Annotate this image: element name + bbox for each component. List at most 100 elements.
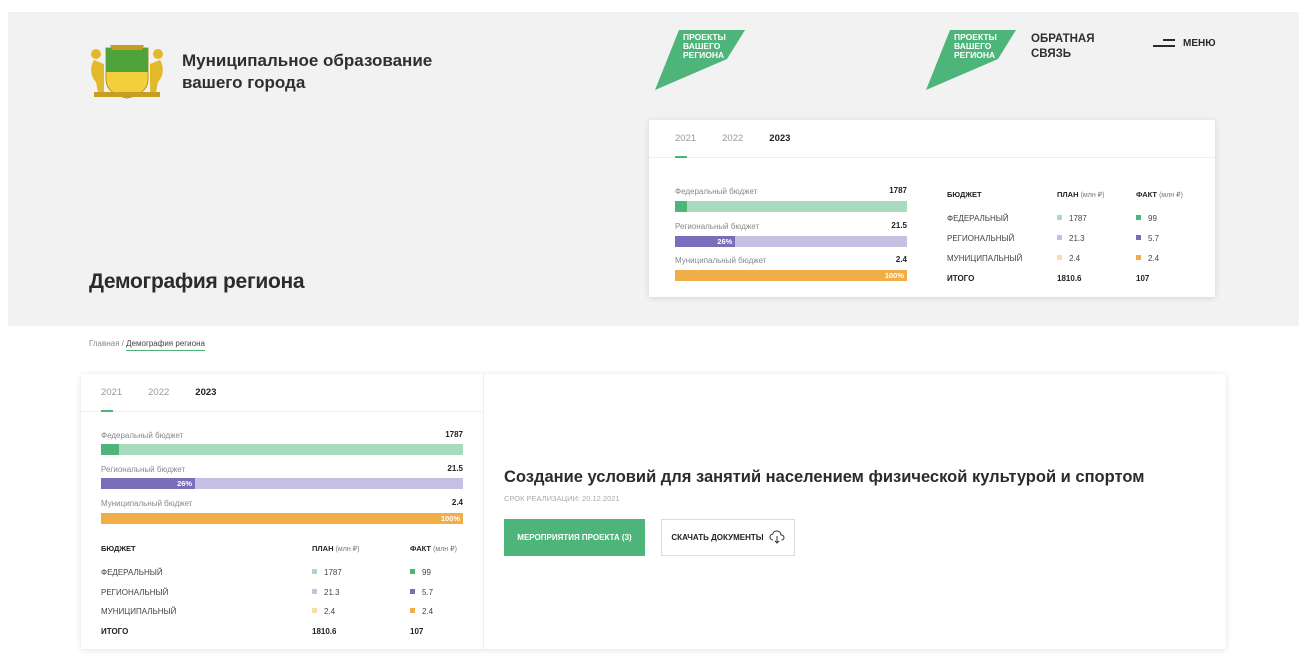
regional-budget-value: 21.5 bbox=[447, 464, 463, 473]
regional-budget-label: Региональный бюджет bbox=[101, 465, 186, 474]
feedback-link[interactable]: ОБРАТНАЯ СВЯЗЬ bbox=[1031, 32, 1095, 62]
page-title: Демография региона bbox=[89, 270, 305, 293]
table-row-regional-name: РЕГИОНАЛЬНЫЙ bbox=[947, 234, 1015, 243]
table-row-regional-name: РЕГИОНАЛЬНЫЙ bbox=[101, 588, 169, 597]
plan-color-dot bbox=[1057, 235, 1062, 241]
fact-color-dot bbox=[1136, 215, 1141, 221]
budget-panel: 2021 2022 2023 Федеральный бюджет 1787 Р… bbox=[81, 374, 483, 649]
promo-badge-text-2: ПРОЕКТЫ ВАШЕГО РЕГИОНА bbox=[954, 32, 997, 60]
fact-color-dot bbox=[1136, 235, 1141, 241]
federal-budget-label: Федеральный бюджет bbox=[675, 187, 758, 196]
fact-color-dot bbox=[1136, 255, 1141, 261]
table-row-municipal-name: МУНИЦИПАЛЬНЫЙ bbox=[947, 254, 1023, 263]
table-header-plan-text: ПЛАН bbox=[1057, 190, 1079, 199]
breadcrumb: Главная / Демография региона bbox=[89, 339, 205, 351]
table-row-regional-fact: 5.7 bbox=[1136, 234, 1159, 243]
plan-color-dot bbox=[1057, 215, 1062, 221]
menu-button[interactable]: МЕНЮ bbox=[1153, 37, 1216, 49]
municipality-line-1: Муниципальное образование bbox=[182, 51, 433, 70]
municipal-budget-percent: 100% bbox=[440, 514, 460, 523]
project-deadline: СРОК РЕАЛИЗАЦИИ: 20.12.2021 bbox=[504, 494, 620, 503]
regional-projects-badge-2[interactable]: ПРОЕКТЫ ВАШЕГО РЕГИОНА bbox=[926, 30, 1018, 92]
table-header-budget: БЮДЖЕТ bbox=[101, 544, 136, 553]
table-row-federal-fact-value: 99 bbox=[422, 568, 431, 577]
table-row-regional-plan: 21.3 bbox=[312, 588, 340, 597]
project-events-button[interactable]: МЕРОПРИЯТИЯ ПРОЕКТА (3) bbox=[504, 519, 645, 556]
breadcrumb-home-link[interactable]: Главная bbox=[89, 339, 119, 348]
table-row-municipal-fact: 2.4 bbox=[1136, 254, 1159, 263]
tab-year-2021[interactable]: 2021 bbox=[675, 133, 696, 144]
table-row-municipal-plan-value: 2.4 bbox=[324, 607, 336, 616]
active-tab-indicator bbox=[675, 156, 687, 158]
breadcrumb-current: Демография региона bbox=[126, 339, 205, 351]
table-row-federal-fact-value: 99 bbox=[1148, 214, 1157, 223]
tab-year-2021[interactable]: 2021 bbox=[101, 387, 122, 398]
plan-color-dot bbox=[1057, 255, 1062, 261]
municipal-budget-bar: 100% bbox=[101, 513, 463, 524]
table-row-municipal-plan: 2.4 bbox=[1057, 254, 1080, 263]
table-header-fact-text: ФАКТ bbox=[410, 544, 431, 553]
table-header-fact-text: ФАКТ bbox=[1136, 190, 1157, 199]
plan-color-dot bbox=[312, 589, 317, 595]
table-row-federal-plan: 1787 bbox=[1057, 214, 1087, 223]
project-title: Создание условий для занятий населением … bbox=[504, 468, 1145, 486]
regional-budget-percent: 26% bbox=[177, 479, 193, 488]
card-divider bbox=[483, 374, 484, 649]
plan-color-dot bbox=[312, 569, 317, 575]
regional-budget-bar: 26% bbox=[675, 236, 907, 247]
regional-budget-percent: 26% bbox=[717, 237, 733, 246]
table-row-municipal-fact: 2.4 bbox=[410, 607, 433, 616]
fact-color-dot bbox=[410, 589, 415, 595]
regional-budget-label: Региональный бюджет bbox=[675, 222, 760, 231]
municipal-budget-percent: 100% bbox=[884, 271, 904, 280]
coat-of-arms-logo[interactable] bbox=[88, 42, 166, 100]
promo-badge-text-1: ПРОЕКТЫ ВАШЕГО РЕГИОНА bbox=[683, 32, 726, 60]
table-row-municipal-fact-value: 2.4 bbox=[422, 607, 434, 616]
plan-color-dot bbox=[312, 608, 317, 614]
fact-color-dot bbox=[410, 608, 415, 614]
table-total-plan: 1810.6 bbox=[1057, 274, 1082, 283]
table-row-federal-plan-value: 1787 bbox=[324, 568, 342, 577]
tab-year-2023[interactable]: 2023 bbox=[195, 387, 216, 398]
budget-card-top: 2021 2022 2023 Федеральный бюджет 1787 Р… bbox=[649, 120, 1215, 297]
table-header-plan: ПЛАН (млн ₽) bbox=[312, 544, 359, 553]
table-row-federal-name: ФЕДЕРАЛЬНЫЙ bbox=[101, 568, 163, 577]
year-tabs: 2021 2022 2023 bbox=[81, 374, 483, 412]
active-tab-indicator bbox=[101, 410, 113, 412]
federal-budget-value: 1787 bbox=[445, 430, 463, 439]
table-row-federal-plan: 1787 bbox=[312, 568, 342, 577]
regional-projects-badge-1[interactable]: ПРОЕКТЫ ВАШЕГО РЕГИОНА bbox=[655, 30, 747, 92]
table-total-name: ИТОГО bbox=[947, 274, 975, 283]
table-row-regional-plan-value: 21.3 bbox=[1069, 234, 1085, 243]
menu-label: МЕНЮ bbox=[1183, 37, 1216, 49]
regional-budget-bar: 26% bbox=[101, 478, 463, 489]
table-header-budget: БЮДЖЕТ bbox=[947, 190, 982, 199]
municipal-budget-value: 2.4 bbox=[895, 255, 907, 264]
cloud-download-icon bbox=[769, 529, 785, 546]
municipal-budget-bar: 100% bbox=[675, 270, 907, 281]
download-documents-button[interactable]: СКАЧАТЬ ДОКУМЕНТЫ bbox=[661, 519, 795, 556]
table-row-regional-fact-value: 5.7 bbox=[1148, 234, 1160, 243]
table-row-regional-plan-value: 21.3 bbox=[324, 588, 340, 597]
tab-year-2023[interactable]: 2023 bbox=[769, 133, 790, 144]
table-total-fact: 107 bbox=[1136, 274, 1150, 283]
table-total-name: ИТОГО bbox=[101, 627, 129, 636]
project-card: 2021 2022 2023 Федеральный бюджет 1787 Р… bbox=[81, 374, 1226, 649]
table-header-plan-text: ПЛАН bbox=[312, 544, 334, 553]
municipality-line-2: вашего города bbox=[182, 73, 306, 92]
regional-budget-value: 21.5 bbox=[891, 221, 907, 230]
federal-budget-bar bbox=[101, 444, 463, 455]
table-row-municipal-plan: 2.4 bbox=[312, 607, 335, 616]
table-total-fact: 107 bbox=[410, 627, 424, 636]
municipal-budget-label: Муниципальный бюджет bbox=[101, 499, 193, 508]
municipality-name[interactable]: Муниципальное образование вашего города bbox=[182, 50, 432, 94]
table-header-fact: ФАКТ (млн ₽) bbox=[410, 544, 457, 553]
table-row-regional-fact: 5.7 bbox=[410, 588, 433, 597]
federal-budget-value: 1787 bbox=[889, 186, 907, 195]
table-row-federal-plan-value: 1787 bbox=[1069, 214, 1087, 223]
municipal-budget-value: 2.4 bbox=[451, 498, 463, 507]
fact-color-dot bbox=[410, 569, 415, 575]
tab-year-2022[interactable]: 2022 bbox=[722, 133, 743, 144]
feedback-line-2: СВЯЗЬ bbox=[1031, 48, 1072, 60]
tab-year-2022[interactable]: 2022 bbox=[148, 387, 169, 398]
